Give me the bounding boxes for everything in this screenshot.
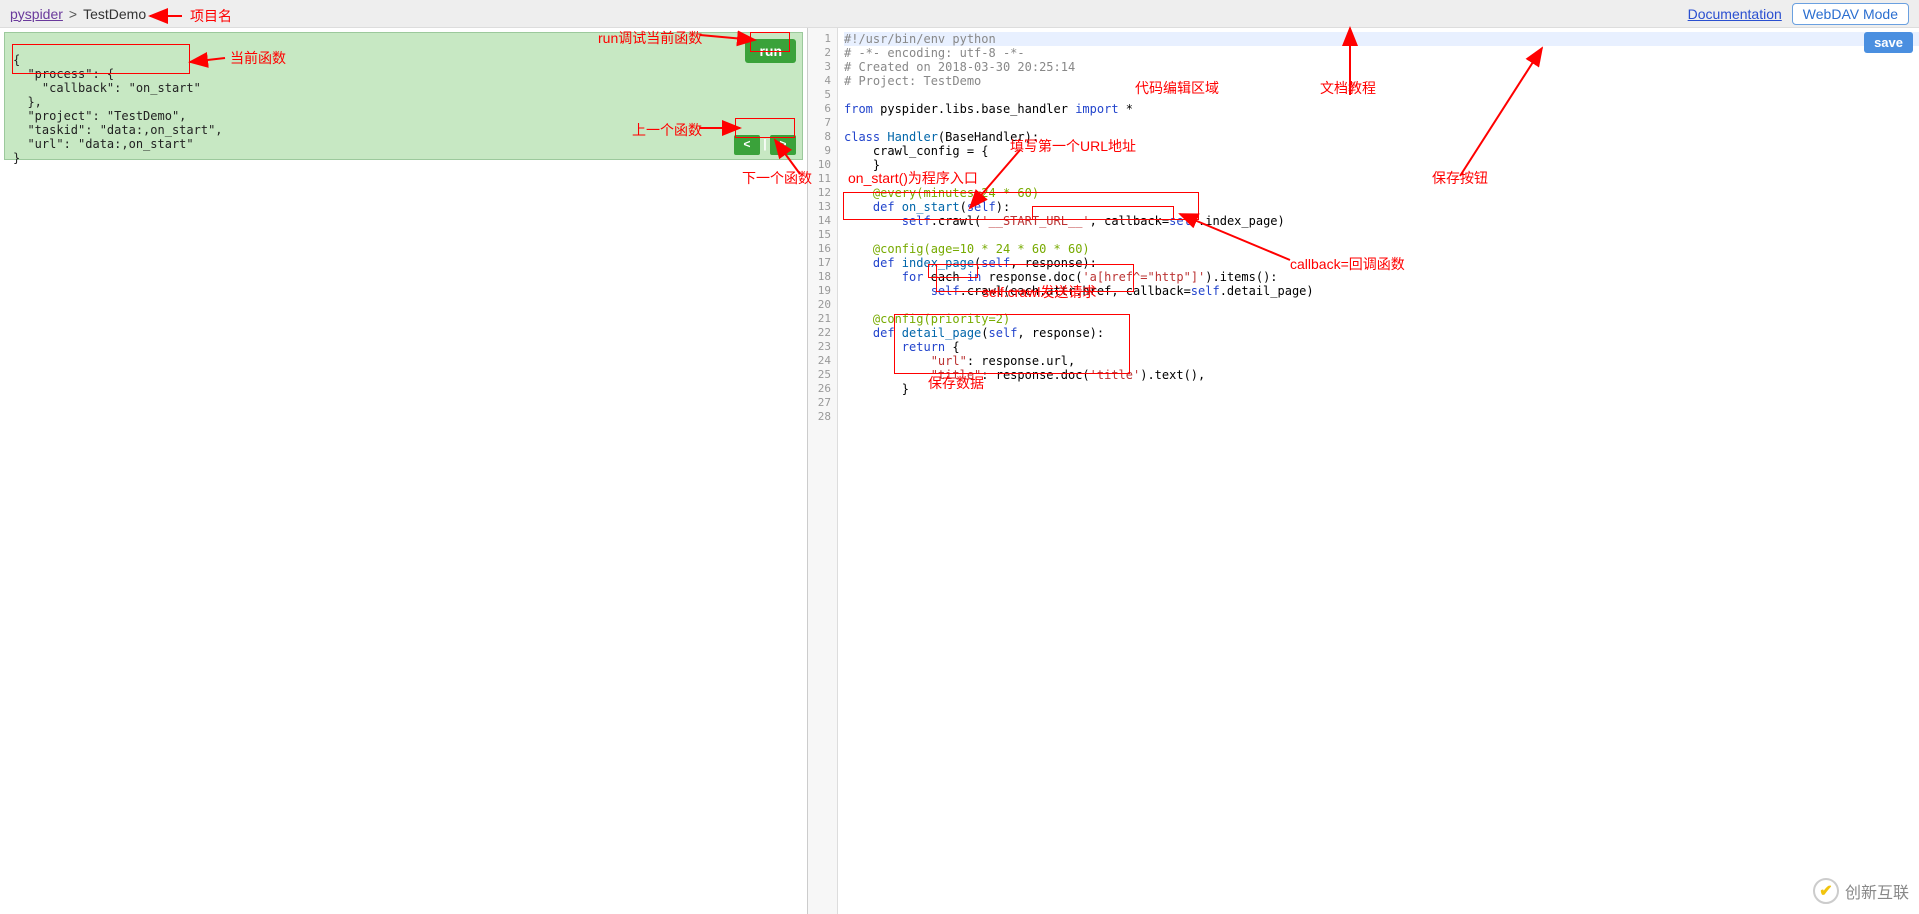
line-gutter: 1234567 891011121314 15161718192021 2223… bbox=[808, 28, 838, 914]
nav-sep: | bbox=[762, 135, 768, 155]
save-button[interactable]: save bbox=[1864, 32, 1913, 53]
documentation-link[interactable]: Documentation bbox=[1688, 6, 1782, 22]
next-button[interactable]: > bbox=[770, 135, 796, 155]
prev-button[interactable]: < bbox=[734, 135, 760, 155]
left-pane: { "process": { "callback": "on_start" },… bbox=[0, 28, 808, 914]
topbar: pyspider > TestDemo Documentation WebDAV… bbox=[0, 0, 1919, 28]
code-editor[interactable]: #!/usr/bin/env python # -*- encoding: ut… bbox=[838, 28, 1919, 914]
task-json-box: { "process": { "callback": "on_start" },… bbox=[4, 32, 803, 160]
breadcrumb-sep: > bbox=[69, 6, 77, 22]
logo-icon: ✔ bbox=[1813, 878, 1839, 904]
breadcrumb-root[interactable]: pyspider bbox=[10, 6, 63, 22]
run-button[interactable]: run bbox=[745, 39, 796, 63]
right-pane: 1234567 891011121314 15161718192021 2223… bbox=[808, 28, 1919, 914]
webdav-mode-button[interactable]: WebDAV Mode bbox=[1792, 3, 1909, 25]
logo-text: 创新互联 bbox=[1845, 879, 1909, 903]
logo-corner: ✔ 创新互联 bbox=[1813, 878, 1909, 904]
breadcrumb-project: TestDemo bbox=[83, 6, 146, 22]
